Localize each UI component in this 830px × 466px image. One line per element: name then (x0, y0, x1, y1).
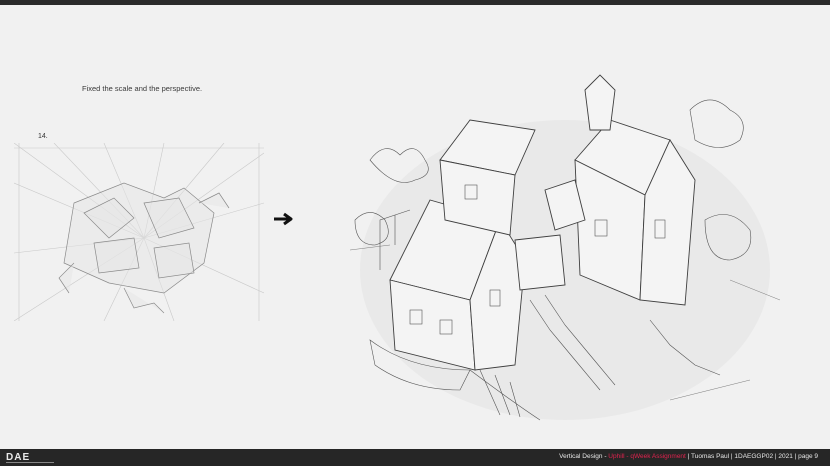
arrow-right-icon (274, 212, 293, 226)
sketch-before-image (14, 143, 264, 321)
svg-text:DAE: DAE (6, 452, 30, 463)
slide-caption: Fixed the scale and the perspective. (82, 84, 203, 93)
footer-details: | Tuomas Paul | 1DAEGGP02 | 2021 | page … (685, 453, 818, 460)
footer-text: Vertical Design - Uphill - qWeek Assignm… (559, 453, 818, 460)
dae-logo: DAE (6, 452, 54, 463)
sketch-after-image (350, 74, 780, 421)
sketch-number: 14. (38, 133, 48, 140)
footer-course: Vertical Design - (559, 453, 609, 460)
footer-bar: DAE Vertical Design - Uphill - qWeek Ass… (0, 449, 830, 466)
top-bar (0, 0, 830, 5)
footer-project: Uphill - qWeek Assignment (608, 453, 686, 460)
